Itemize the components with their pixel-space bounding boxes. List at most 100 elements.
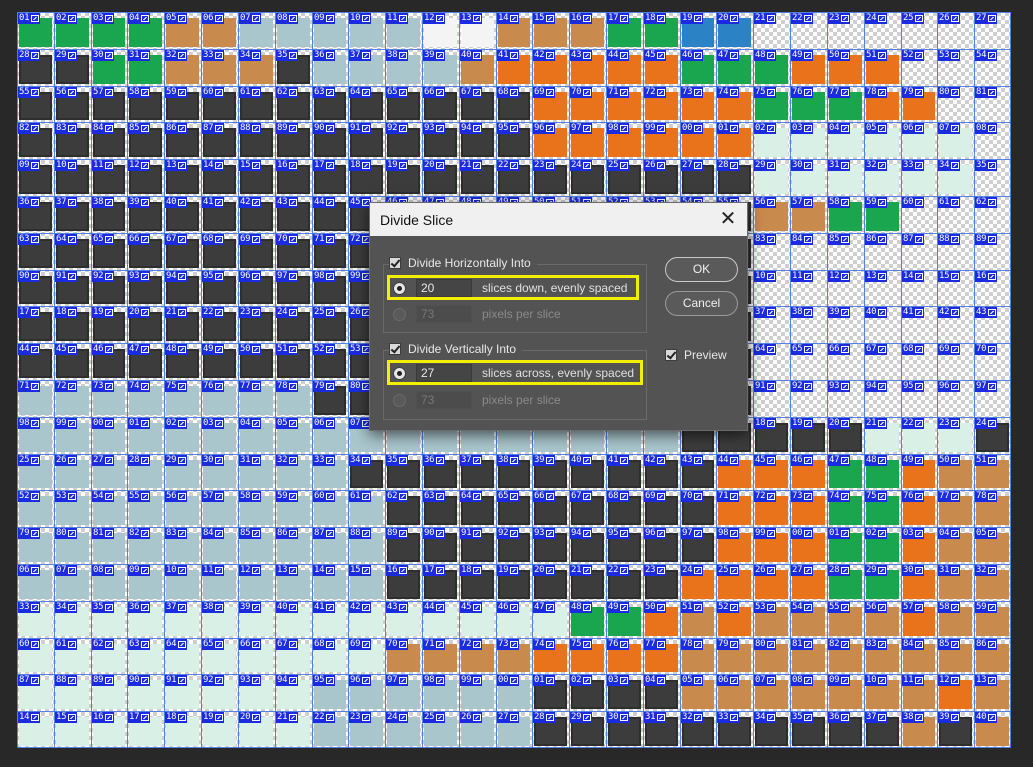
slice-badge[interactable]: 27 [791, 565, 814, 576]
slice-badge[interactable]: 03 [902, 528, 925, 539]
slice-badge[interactable]: 30 [607, 712, 630, 723]
slice-badge[interactable]: 73 [681, 87, 704, 98]
slice-badge[interactable]: 89 [975, 234, 998, 245]
slice-badge[interactable]: 20 [423, 160, 446, 171]
slice-badge[interactable]: 40 [570, 455, 593, 466]
slice-badge[interactable]: 00 [791, 528, 814, 539]
slice-badge[interactable]: 20 [533, 565, 556, 576]
slice-badge[interactable]: 21 [570, 565, 593, 576]
slice-badge[interactable]: 29 [865, 565, 888, 576]
slice-badge[interactable]: 70 [681, 491, 704, 502]
slice-badge[interactable]: 39 [239, 602, 262, 613]
slice-badge[interactable]: 70 [276, 234, 299, 245]
slice-badge[interactable]: 71 [607, 87, 630, 98]
slice-badge[interactable]: 75 [570, 639, 593, 650]
slice-badge[interactable]: 79 [717, 639, 740, 650]
slice-badge[interactable]: 69 [533, 87, 556, 98]
slice-badge[interactable]: 34 [938, 160, 961, 171]
slice-badge[interactable]: 88 [349, 528, 372, 539]
slice-badge[interactable]: 98 [313, 271, 336, 282]
slice-badge[interactable]: 70 [975, 344, 998, 355]
slice-badge[interactable]: 62 [276, 87, 299, 98]
slice-badge[interactable]: 46 [497, 602, 520, 613]
slice-badge[interactable]: 38 [92, 197, 115, 208]
slice-badge[interactable]: 57 [791, 197, 814, 208]
slice-badge[interactable]: 41 [313, 602, 336, 613]
slice-badge[interactable]: 09 [828, 675, 851, 686]
slice-badge[interactable]: 94 [570, 528, 593, 539]
slice-badge[interactable]: 05 [276, 418, 299, 429]
slice-badge[interactable]: 44 [18, 344, 41, 355]
slice-badge[interactable]: 73 [791, 491, 814, 502]
slice-badge[interactable]: 33 [202, 50, 225, 61]
slice-badge[interactable]: 12 [423, 13, 446, 24]
slice-badge[interactable]: 20 [717, 13, 740, 24]
slice-badge[interactable]: 87 [902, 234, 925, 245]
slice-badge[interactable]: 01 [717, 123, 740, 134]
slice-badge[interactable]: 00 [497, 675, 520, 686]
slice-badge[interactable]: 77 [938, 491, 961, 502]
slice-badge[interactable]: 70 [570, 87, 593, 98]
slice-badge[interactable]: 21 [165, 307, 188, 318]
slice-badge[interactable]: 30 [92, 50, 115, 61]
slice-badge[interactable]: 35 [92, 602, 115, 613]
slice-badge[interactable]: 43 [975, 307, 998, 318]
slice-badge[interactable]: 22 [497, 160, 520, 171]
slice-badge[interactable]: 58 [938, 602, 961, 613]
slice-badge[interactable]: 78 [276, 381, 299, 392]
slice-badge[interactable]: 86 [165, 123, 188, 134]
slice-badge[interactable]: 89 [92, 675, 115, 686]
slice-badge[interactable]: 48 [754, 50, 777, 61]
slice-badge[interactable]: 03 [92, 13, 115, 24]
slice-badge[interactable]: 19 [202, 712, 225, 723]
slice-badge[interactable]: 57 [902, 602, 925, 613]
slice-badge[interactable]: 33 [902, 160, 925, 171]
slice-badge[interactable]: 04 [644, 675, 667, 686]
close-icon[interactable]: ✕ [719, 209, 737, 229]
slice-badge[interactable]: 85 [128, 123, 151, 134]
slice-badge[interactable]: 19 [497, 565, 520, 576]
slice-badge[interactable]: 26 [754, 565, 777, 576]
slice-badge[interactable]: 44 [717, 455, 740, 466]
slice-badge[interactable]: 94 [460, 123, 483, 134]
slice-badge[interactable]: 28 [828, 565, 851, 576]
slice-badge[interactable]: 37 [754, 307, 777, 318]
slice-badge[interactable]: 46 [681, 50, 704, 61]
slice-badge[interactable]: 92 [791, 381, 814, 392]
slice-badge[interactable]: 11 [202, 565, 225, 576]
slice-badge[interactable]: 92 [497, 528, 520, 539]
slice-badge[interactable]: 54 [92, 491, 115, 502]
slice-badge[interactable]: 88 [938, 234, 961, 245]
slice-badge[interactable]: 20 [128, 307, 151, 318]
slice-badge[interactable]: 03 [202, 418, 225, 429]
slice-badge[interactable]: 08 [791, 675, 814, 686]
slice-badge[interactable]: 69 [938, 344, 961, 355]
slice-badge[interactable]: 24 [975, 418, 998, 429]
slice-badge[interactable]: 76 [607, 639, 630, 650]
slice-badge[interactable]: 79 [902, 87, 925, 98]
slice-badge[interactable]: 08 [975, 123, 998, 134]
slice-badge[interactable]: 11 [92, 160, 115, 171]
slice-badge[interactable]: 01 [533, 675, 556, 686]
slice-badge[interactable]: 84 [791, 234, 814, 245]
slice-badge[interactable]: 27 [681, 160, 704, 171]
slice-badge[interactable]: 76 [902, 491, 925, 502]
slice-badge[interactable]: 76 [791, 87, 814, 98]
slice-badge[interactable]: 14 [18, 712, 41, 723]
slice-badge[interactable]: 71 [313, 234, 336, 245]
slice-badge[interactable]: 09 [128, 565, 151, 576]
slice-badge[interactable]: 59 [276, 491, 299, 502]
slice-badge[interactable]: 17 [313, 160, 336, 171]
slice-badge[interactable]: 74 [533, 639, 556, 650]
horizontal-slices-radio[interactable] [393, 281, 406, 295]
slice-badge[interactable]: 67 [570, 491, 593, 502]
slice-badge[interactable]: 71 [717, 491, 740, 502]
slice-badge[interactable]: 95 [902, 381, 925, 392]
slice-badge[interactable]: 25 [313, 307, 336, 318]
slice-badge[interactable]: 52 [717, 602, 740, 613]
slice-badge[interactable]: 87 [18, 675, 41, 686]
slice-badge[interactable]: 77 [828, 87, 851, 98]
slice-badge[interactable]: 21 [865, 418, 888, 429]
slice-badge[interactable]: 78 [975, 491, 998, 502]
ok-button[interactable]: OK [665, 257, 738, 282]
